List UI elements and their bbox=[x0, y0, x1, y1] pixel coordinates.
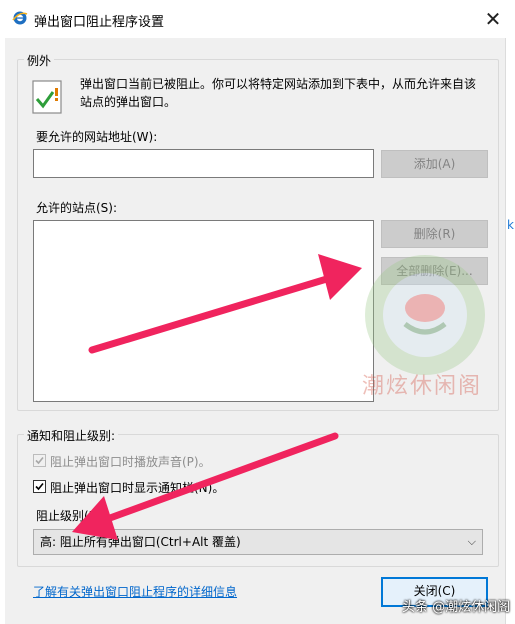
play-sound-checkbox[interactable] bbox=[33, 454, 46, 467]
remove-all-button[interactable]: 全部删除(E)... bbox=[381, 257, 488, 285]
exceptions-group-label: 例外 bbox=[24, 52, 55, 69]
blocking-level-value: 高: 阻止所有弹出窗口(Ctrl+Alt 覆盖) bbox=[40, 535, 241, 549]
allowed-sites-list[interactable] bbox=[33, 220, 374, 402]
address-label: 要允许的网站地址(W): bbox=[36, 130, 158, 144]
play-sound-label: 阻止弹出窗口时播放声音(P)。 bbox=[50, 455, 211, 469]
internet-explorer-icon bbox=[12, 11, 28, 25]
background-window-edge: k bbox=[505, 38, 515, 624]
remove-button[interactable]: 删除(R) bbox=[381, 220, 488, 248]
add-button[interactable]: 添加(A) bbox=[381, 150, 488, 178]
credit-text: 头条 @潮炫休闲阁 bbox=[402, 600, 511, 615]
blocking-level-select[interactable]: 高: 阻止所有弹出窗口(Ctrl+Alt 覆盖) ⌵ bbox=[33, 529, 483, 555]
close-window-button[interactable]: ✕ bbox=[478, 4, 508, 34]
address-input[interactable] bbox=[33, 149, 374, 178]
settings-checklist-icon bbox=[32, 80, 62, 114]
show-notification-bar-checkbox[interactable] bbox=[33, 480, 46, 493]
chevron-down-icon: ⌵ bbox=[467, 535, 476, 548]
window-title: 弹出窗口阻止程序设置 bbox=[34, 15, 165, 30]
exceptions-info-text: 弹出窗口当前已被阻止。你可以将特定网站添加到下表中，从而允许来自该站点的弹出窗口… bbox=[80, 77, 477, 109]
show-notification-bar-label: 阻止弹出窗口时显示通知栏(N)。 bbox=[50, 481, 225, 495]
background-edge-text: k bbox=[507, 218, 514, 232]
blocking-level-label: 阻止级别(B): bbox=[36, 509, 106, 523]
notifications-group-label: 通知和阻止级别: bbox=[24, 427, 119, 444]
allowed-sites-label: 允许的站点(S): bbox=[36, 201, 118, 215]
title-bar: 弹出窗口阻止程序设置 ✕ bbox=[0, 0, 515, 38]
learn-more-link[interactable]: 了解有关弹出窗口阻止程序的详细信息 bbox=[33, 583, 237, 600]
